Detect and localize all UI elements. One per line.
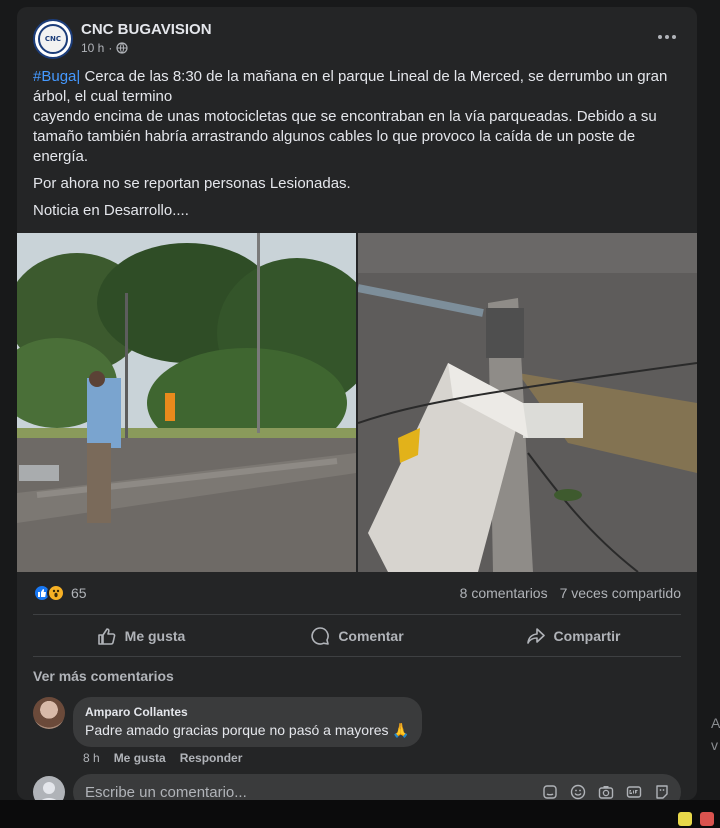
more-options-button[interactable] <box>653 27 681 47</box>
globe-icon <box>116 42 128 54</box>
shares-count[interactable]: 7 veces compartido <box>560 585 681 601</box>
tray-app-icon[interactable] <box>678 812 692 826</box>
gif-icon[interactable] <box>625 783 643 800</box>
more-icon <box>658 35 676 39</box>
sticker-icon[interactable] <box>541 783 559 800</box>
like-label: Me gusta <box>124 628 186 644</box>
reactions-row: 65 8 comentarios 7 veces compartido <box>33 583 681 603</box>
comment-time[interactable]: 8 h <box>83 751 100 765</box>
meta-separator: · <box>108 41 113 55</box>
post-paragraph-3: Noticia en Desarrollo.... <box>33 202 189 219</box>
tray-app-icon-2[interactable] <box>700 812 714 826</box>
post-time[interactable]: 10 h <box>81 41 104 55</box>
photo-fallen-pole[interactable] <box>358 233 697 572</box>
post-line-1: Cerca de las 8:30 de la mañana en el par… <box>33 68 668 105</box>
thumbs-up-icon <box>97 628 116 645</box>
comments-count[interactable]: 8 comentarios <box>460 585 548 601</box>
share-icon <box>526 628 545 644</box>
post-card: CNC CNC BUGAVISION 10 h · #Buga| Cerca d… <box>17 7 697 800</box>
comment-item: Amparo Collantes Padre amado gracias por… <box>33 697 693 769</box>
action-bar: Me gusta Comentar Compartir <box>33 618 681 654</box>
post-meta: 10 h · <box>81 41 128 55</box>
avatar-sticker-icon[interactable] <box>653 783 671 800</box>
post-body: #Buga| Cerca de las 8:30 de la mañana en… <box>33 67 673 228</box>
comment-icon <box>311 627 330 645</box>
comment-label: Comentar <box>338 628 404 644</box>
share-label: Compartir <box>553 628 621 644</box>
write-comment-row <box>33 774 681 800</box>
side-hint-line-2: v <box>711 737 718 753</box>
share-button[interactable]: Compartir <box>465 618 681 654</box>
comment-meta: 8 h Me gusta Responder <box>83 751 242 765</box>
user-avatar[interactable] <box>33 776 65 800</box>
emoji-icon[interactable] <box>569 783 587 800</box>
post-header: CNC CNC BUGAVISION 10 h · <box>33 19 681 61</box>
page-logo: CNC <box>38 24 68 54</box>
comment-tools <box>541 783 681 800</box>
post-paragraph-1: #Buga| Cerca de las 8:30 de la mañana en… <box>33 67 673 167</box>
post-stats: 8 comentarios 7 veces compartido <box>460 585 681 601</box>
camera-icon[interactable] <box>597 783 615 800</box>
default-avatar-icon <box>41 782 57 800</box>
logo-text: CNC <box>44 35 62 43</box>
reaction-icons[interactable] <box>33 584 65 602</box>
comment-text: Padre amado gracias porque no pasó a may… <box>85 722 410 738</box>
comment-input-box[interactable] <box>73 774 681 800</box>
photo-fallen-tree-image <box>17 233 356 572</box>
view-more-comments-link[interactable]: Ver más comentarios <box>33 668 174 684</box>
photo-fallen-tree[interactable] <box>17 233 356 572</box>
wow-reaction-icon <box>47 584 65 602</box>
comment-input[interactable] <box>85 783 541 800</box>
side-hint-line-1: A <box>711 715 720 731</box>
hashtag-link[interactable]: #Buga| <box>33 68 80 85</box>
comment-author[interactable]: Amparo Collantes <box>85 705 410 719</box>
post-photos <box>17 233 697 572</box>
post-paragraph-2: Por ahora no se reportan personas Lesion… <box>33 175 351 192</box>
comment-button[interactable]: Comentar <box>249 618 465 654</box>
divider-bottom <box>33 656 681 657</box>
bottom-taskbar <box>0 800 720 828</box>
comment-like-link[interactable]: Me gusta <box>114 751 166 765</box>
reaction-count[interactable]: 65 <box>71 585 87 601</box>
like-button[interactable]: Me gusta <box>33 618 249 654</box>
commenter-avatar[interactable] <box>33 697 65 729</box>
page-avatar[interactable]: CNC <box>33 19 73 59</box>
comment-reply-link[interactable]: Responder <box>180 751 243 765</box>
divider-top <box>33 614 681 615</box>
comment-bubble: Amparo Collantes Padre amado gracias por… <box>73 697 422 747</box>
post-line-2: cayendo encima de unas motocicletas que … <box>33 108 657 165</box>
photo-fallen-pole-image <box>358 233 697 572</box>
side-hint-text: A v <box>711 712 720 756</box>
page-name[interactable]: CNC BUGAVISION <box>81 21 212 38</box>
